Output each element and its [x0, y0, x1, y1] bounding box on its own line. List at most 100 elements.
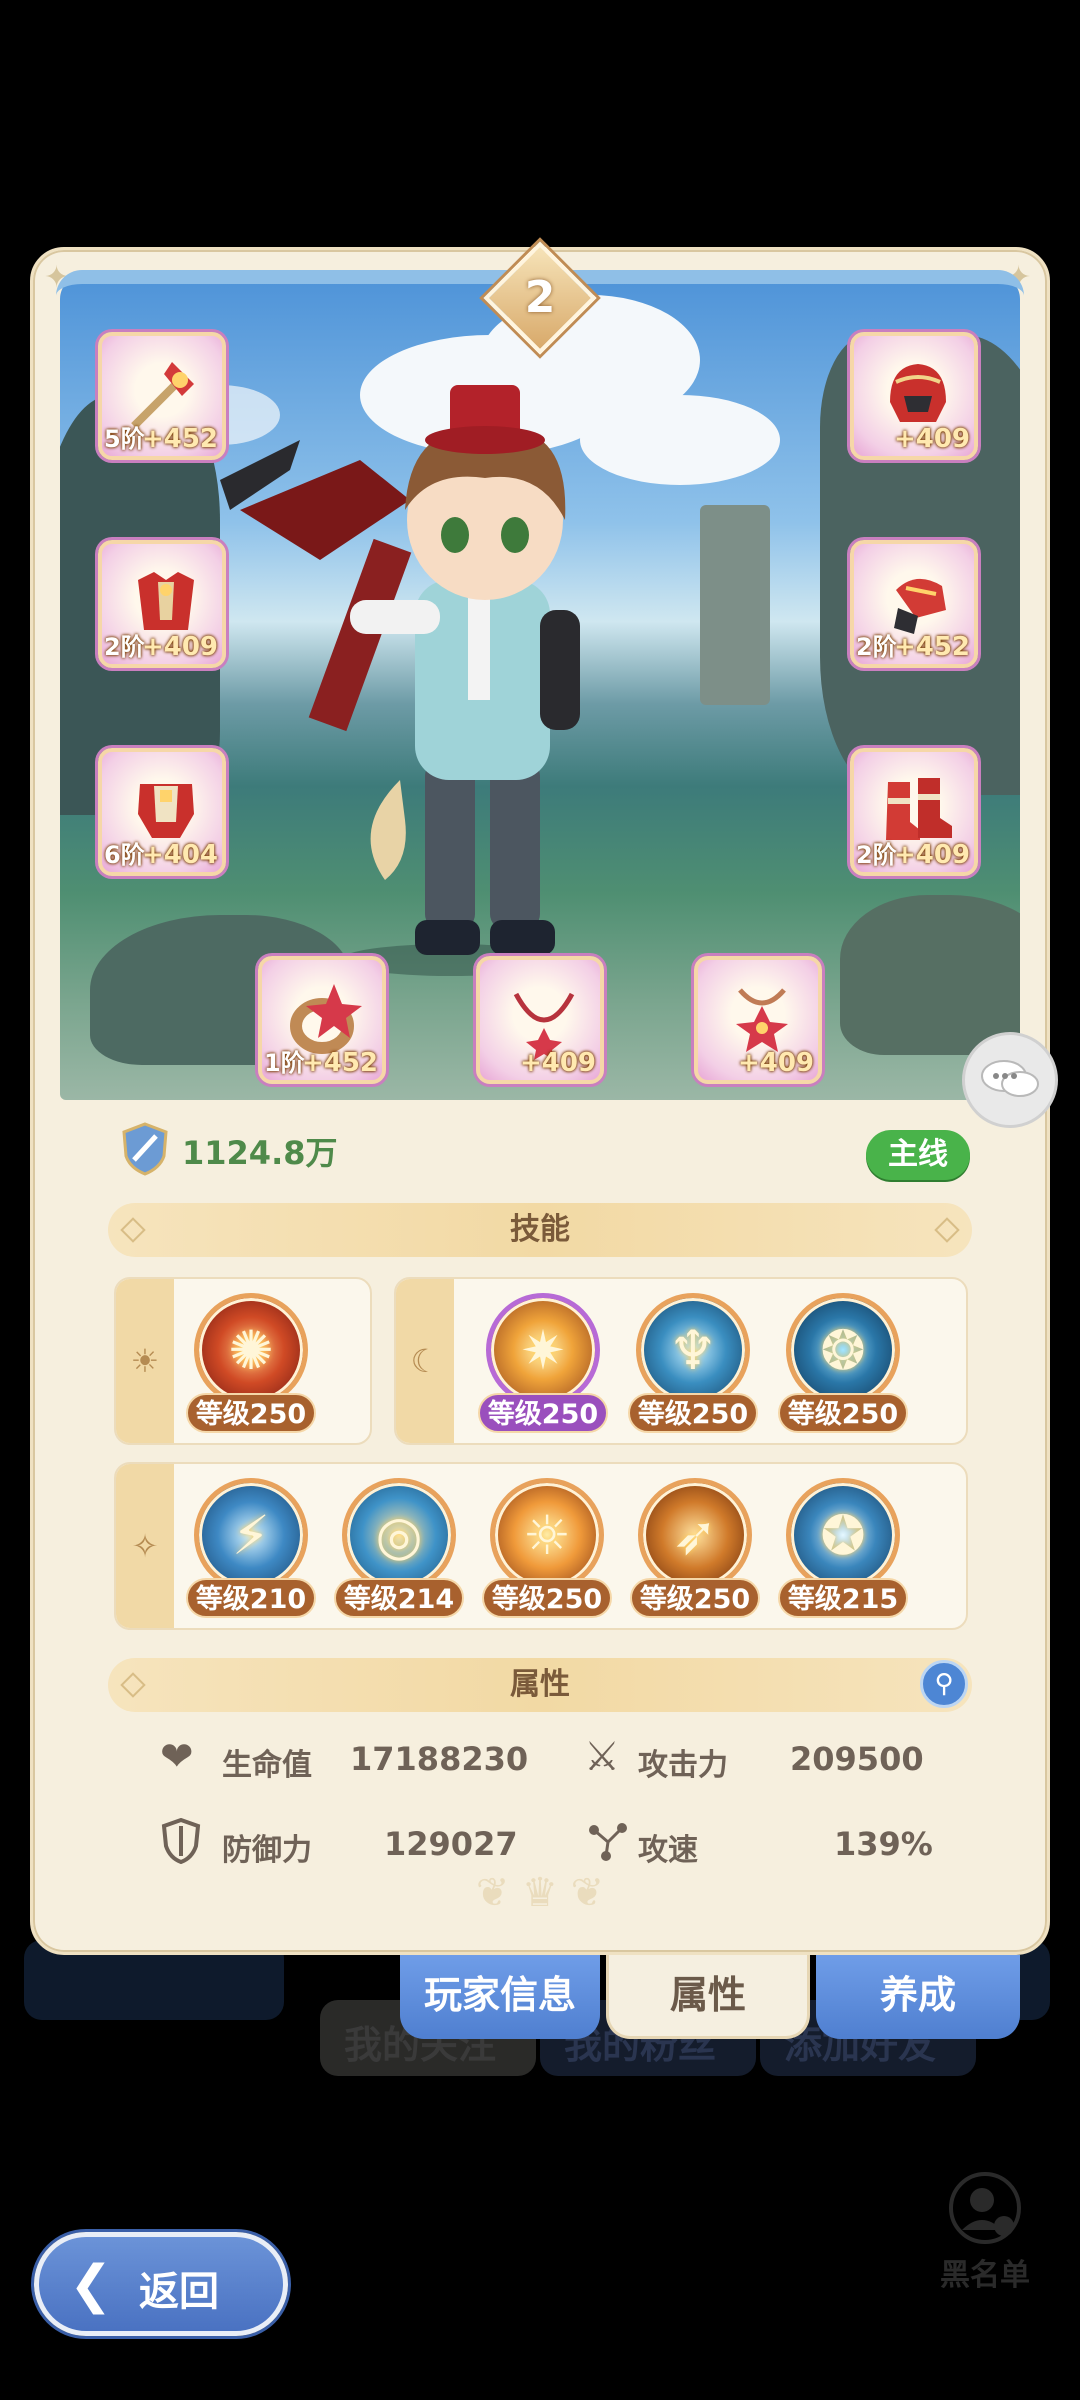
skill-level: 等级250 [186, 1393, 316, 1433]
chat-button[interactable] [962, 1032, 1058, 1128]
tab-player-info[interactable]: 玩家信息 [400, 1955, 600, 2039]
skill-level: 等级250 [482, 1578, 612, 1618]
combat-power-icon [122, 1122, 168, 1176]
equip-slot-amulet[interactable]: +409 [694, 956, 822, 1084]
hp-value: 17188230 [350, 1740, 529, 1778]
skill-orb: ✺ [194, 1293, 308, 1407]
atk-value: 209500 [790, 1740, 924, 1778]
skill-glyph-icon: ❂ [820, 1318, 866, 1382]
def-label: 防御力 [222, 1833, 312, 1868]
equip-slot-weapon[interactable]: 5阶 +452 [98, 332, 226, 460]
skill-orb: ☼ [490, 1478, 604, 1592]
skills-section-title: 技能 [510, 1212, 570, 1247]
equip-plus: +404 [141, 840, 218, 870]
skill-group-sun: ☀ ✺ 等级250 [114, 1277, 372, 1445]
skill-glyph-icon: ♆ [668, 1318, 718, 1382]
spd-label: 攻速 [638, 1833, 698, 1868]
skill-sun-1[interactable]: ✺ 等级250 [186, 1289, 316, 1439]
equip-plus: +452 [141, 424, 218, 454]
skill-glyph-icon: ✷ [520, 1318, 566, 1382]
skill-star-2[interactable]: ◎ 等级214 [334, 1474, 464, 1624]
equip-plus: +409 [141, 632, 218, 662]
skill-moon-3[interactable]: ❂ 等级250 [778, 1289, 908, 1439]
def-value: 129027 [384, 1825, 518, 1863]
skill-glyph-icon: ⚡ [232, 1503, 270, 1567]
skill-star-4[interactable]: ➶ 等级250 [630, 1474, 760, 1624]
equip-slot-necklace[interactable]: +409 [476, 956, 604, 1084]
chat-bubble-icon [981, 1060, 1039, 1097]
skill-star-3[interactable]: ☼ 等级250 [482, 1474, 612, 1624]
skill-moon-2[interactable]: ♆ 等级250 [628, 1289, 758, 1439]
search-icon: ⚲ [934, 1669, 954, 1699]
skill-orb: ◎ [342, 1478, 456, 1592]
skill-orb: ⚡ [194, 1478, 308, 1592]
user-minus-icon [949, 2172, 1021, 2244]
moon-icon: ☾ [396, 1279, 454, 1443]
skill-level: 等级250 [478, 1393, 608, 1433]
equip-plus: +409 [737, 1048, 814, 1078]
shield-icon [161, 1818, 201, 1864]
back-arrow-icon: ❮ [69, 2255, 113, 2315]
skill-orb: ✷ [486, 1293, 600, 1407]
skill-star-1[interactable]: ⚡ 等级210 [186, 1474, 316, 1624]
equip-plus: +452 [301, 1048, 378, 1078]
equip-slot-legs[interactable]: 6阶 +404 [98, 748, 226, 876]
skill-glyph-icon: ☼ [522, 1503, 572, 1567]
tower [700, 505, 770, 705]
skill-glyph-icon: ◎ [375, 1503, 423, 1567]
equip-slot-boots[interactable]: 2阶 +409 [850, 748, 978, 876]
attribute-detail-search-button[interactable]: ⚲ [920, 1660, 968, 1708]
skills-section-header: 技能 [108, 1203, 972, 1257]
spd-value: 139% [834, 1825, 933, 1863]
diamond-icon [120, 1672, 146, 1698]
tab-develop[interactable]: 养成 [816, 1955, 1020, 2039]
equip-slot-chest[interactable]: 2阶 +409 [98, 540, 226, 668]
equip-plus: +452 [893, 632, 970, 662]
skill-level: 等级250 [778, 1393, 908, 1433]
skill-glyph-icon: ✺ [228, 1318, 274, 1382]
grade-number: 2 [524, 272, 556, 323]
hero-character [220, 385, 580, 976]
tab-attributes[interactable]: 属性 [606, 1955, 810, 2039]
blacklist-label: 黑名单 [940, 2258, 1030, 2293]
blacklist-button[interactable]: 黑名单 [930, 2170, 1040, 2293]
skill-moon-1[interactable]: ✷ 等级250 [478, 1289, 608, 1439]
heart-icon: ❤ [160, 1734, 194, 1780]
skill-orb: ➶ [638, 1478, 752, 1592]
skill-level: 等级210 [186, 1578, 316, 1618]
star-icon: ✧ [116, 1464, 174, 1628]
crossed-swords-icon: ⚔ [584, 1734, 620, 1780]
mainline-badge[interactable]: 主线 [866, 1130, 970, 1180]
skill-level: 等级250 [630, 1578, 760, 1618]
skill-group-star: ✧ ⚡ 等级210 ◎ 等级214 ☼ 等级250 ➶ 等级250 ✪ 等级21… [114, 1462, 968, 1630]
skill-glyph-icon: ➶ [672, 1503, 718, 1567]
skill-orb: ❂ [786, 1293, 900, 1407]
skill-star-5[interactable]: ✪ 等级215 [778, 1474, 908, 1624]
equip-slot-gloves[interactable]: 2阶 +452 [850, 540, 978, 668]
sun-icon: ☀ [116, 1279, 174, 1443]
skill-orb: ✪ [786, 1478, 900, 1592]
skill-level: 等级214 [334, 1578, 464, 1618]
equip-plus: +409 [519, 1048, 596, 1078]
skill-orb: ♆ [636, 1293, 750, 1407]
diamond-icon [934, 1217, 960, 1243]
screen: 我的关注 我的粉丝 添加好友 ✦ ✦ 2 5阶 +452 +409 2阶 +40… [0, 0, 1080, 2400]
skill-level: 等级215 [778, 1578, 908, 1618]
skill-group-moon: ☾ ✷ 等级250 ♆ 等级250 ❂ 等级250 [394, 1277, 968, 1445]
skill-level: 等级250 [628, 1393, 758, 1433]
combat-power-value: 1124.8万 [182, 1134, 338, 1172]
back-button[interactable]: ❮ 返回 [34, 2232, 288, 2336]
back-label: 返回 [139, 2269, 219, 2315]
attributes-section-title: 属性 [510, 1667, 570, 1702]
diamond-icon [120, 1217, 146, 1243]
equip-slot-helmet[interactable]: +409 [850, 332, 978, 460]
skill-glyph-icon: ✪ [820, 1503, 866, 1567]
equip-plus: +409 [893, 840, 970, 870]
rock-foreground [840, 895, 1020, 1055]
attack-speed-icon [589, 1823, 627, 1861]
equip-plus: +409 [893, 424, 970, 454]
hp-label: 生命值 [222, 1748, 312, 1783]
attributes-section-header: 属性 [108, 1658, 972, 1712]
equip-slot-ring[interactable]: 1阶 +452 [258, 956, 386, 1084]
atk-label: 攻击力 [638, 1748, 728, 1783]
